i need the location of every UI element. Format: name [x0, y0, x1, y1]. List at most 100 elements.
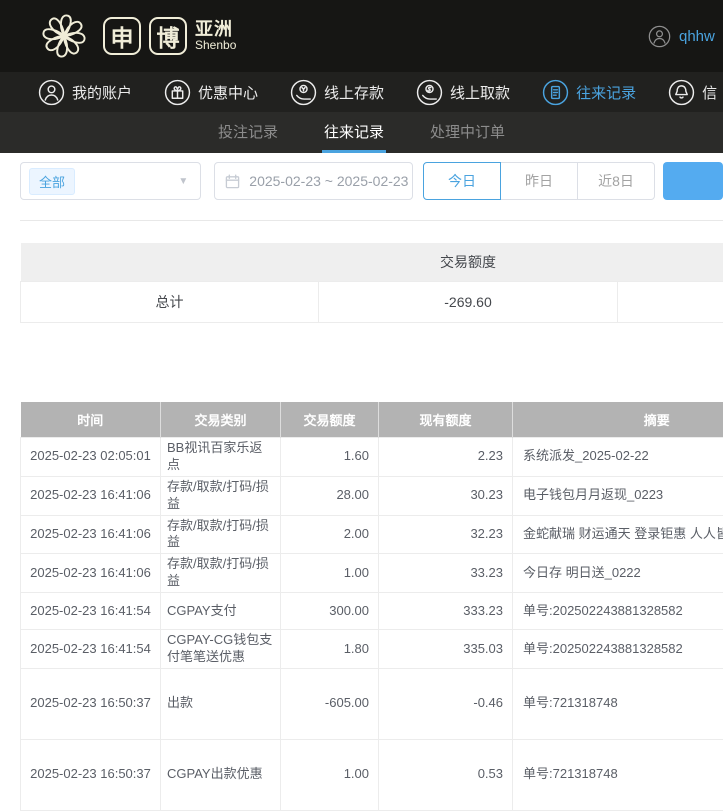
cell-amount: -605.00 [281, 668, 379, 739]
nav-item-online-deposit[interactable]: 线上存款 [290, 79, 384, 106]
cell-amount: 2.00 [281, 515, 379, 554]
nav-item-label: 线上取款 [450, 82, 510, 103]
tab-bet-records[interactable]: 投注记录 [216, 112, 280, 153]
nav-item-label: 优惠中心 [198, 82, 258, 103]
column-header: 现有额度 [379, 402, 513, 438]
cell-amount: 1.00 [281, 554, 379, 593]
app-header: 申 博 亚洲 Shenbo qhhw [0, 0, 723, 72]
cell-balance: 33.23 [379, 554, 513, 593]
records-table: 时间交易类别交易额度现有额度摘要 2025-02-23 02:05:01BB视讯… [20, 402, 723, 811]
table-row: 2025-02-23 16:50:37CGPAY出款优惠1.000.53单号:7… [21, 739, 723, 810]
type-filter-value: 全部 [29, 168, 75, 195]
chevron-down-icon: ▼ [178, 176, 188, 187]
cell-balance: -0.46 [379, 668, 513, 739]
date-range-value: 2025-02-23 ~ 2025-02-23 [249, 173, 408, 189]
cell-balance: 30.23 [379, 476, 513, 515]
nav-item-label: 我的账户 [72, 82, 132, 103]
records-icon [542, 79, 569, 106]
cell-amount: 28.00 [281, 476, 379, 515]
summary-total-label: 总计 [21, 281, 319, 322]
logo-char-shen: 申 [103, 17, 141, 55]
cell-time: 2025-02-23 16:50:37 [21, 739, 161, 810]
nav-item-label: 信 [702, 82, 717, 103]
calendar-icon [225, 174, 240, 189]
withdraw-icon [416, 79, 443, 106]
summary-header-empty2 [618, 243, 723, 281]
record-tabs: 投注记录 往来记录 处理中订单 [0, 112, 723, 153]
cell-balance: 2.23 [379, 438, 513, 477]
quick-button-last-8-days[interactable]: 近8日 [577, 162, 655, 200]
cell-type: CGPAY支付 [161, 593, 281, 630]
cell-amount: 1.60 [281, 438, 379, 477]
cell-note: 电子钱包月月返现_0223 [513, 476, 723, 515]
cell-time: 2025-02-23 02:05:01 [21, 438, 161, 477]
column-header: 交易额度 [281, 402, 379, 438]
cell-amount: 1.00 [281, 739, 379, 810]
tab-transaction-records[interactable]: 往来记录 [322, 112, 386, 153]
cell-type: 存款/取款/打码/损益 [161, 554, 281, 593]
logo-region-text: 亚洲 [195, 20, 236, 40]
nav-item-label: 往来记录 [576, 82, 636, 103]
summary-table: 交易额度 总计 -269.60 [20, 243, 723, 323]
cell-amount: 300.00 [281, 593, 379, 630]
cell-time: 2025-02-23 16:41:54 [21, 593, 161, 630]
cell-balance: 333.23 [379, 593, 513, 630]
cell-time: 2025-02-23 16:41:06 [21, 554, 161, 593]
cell-amount: 1.80 [281, 630, 379, 669]
table-row: 2025-02-23 16:41:54CGPAY-CG钱包支付笔笔送优惠1.80… [21, 630, 723, 669]
summary-header-empty [21, 243, 319, 281]
table-row: 2025-02-23 16:41:06存款/取款/打码/损益2.0032.23金… [21, 515, 723, 554]
type-filter-select[interactable]: 全部 ▼ [20, 162, 201, 200]
summary-empty-cell [618, 281, 723, 322]
nav-item-transaction-records[interactable]: 往来记录 [542, 79, 636, 106]
user-account-button[interactable]: qhhw [648, 0, 715, 72]
cell-type: 存款/取款/打码/损益 [161, 476, 281, 515]
logo-latin-text: Shenbo [195, 39, 236, 52]
cell-type: 存款/取款/打码/损益 [161, 515, 281, 554]
cell-note: 金蛇献瑞 财运通天 登录钜惠 人人皆享 [513, 515, 723, 554]
cell-time: 2025-02-23 16:41:06 [21, 476, 161, 515]
cell-type: CGPAY-CG钱包支付笔笔送优惠 [161, 630, 281, 669]
column-header: 时间 [21, 402, 161, 438]
cell-time: 2025-02-23 16:41:06 [21, 515, 161, 554]
filter-divider [20, 220, 723, 221]
cell-note: 单号:202502243881328582 [513, 630, 723, 669]
cell-balance: 0.53 [379, 739, 513, 810]
main-nav: 我的账户 优惠中心 线上存款 线上取款 往来记录 信 [0, 72, 723, 112]
logo-char-bo: 博 [149, 17, 187, 55]
flower-logo-icon [33, 5, 95, 67]
date-range-input[interactable]: 2025-02-23 ~ 2025-02-23 [214, 162, 413, 200]
cell-balance: 335.03 [379, 630, 513, 669]
bell-icon [668, 79, 695, 106]
search-button[interactable] [663, 162, 723, 200]
username-text: qhhw [679, 28, 715, 45]
deposit-icon [290, 79, 317, 106]
user-icon [38, 79, 65, 106]
gift-icon [164, 79, 191, 106]
table-row: 2025-02-23 16:41:54CGPAY支付300.00333.23单号… [21, 593, 723, 630]
nav-item-online-withdraw[interactable]: 线上取款 [416, 79, 510, 106]
cell-note: 单号:202502243881328582 [513, 593, 723, 630]
nav-item-my-account[interactable]: 我的账户 [38, 79, 132, 106]
nav-item-messages[interactable]: 信 [668, 79, 717, 106]
table-row: 2025-02-23 16:41:06存款/取款/打码/损益1.0033.23今… [21, 554, 723, 593]
cell-time: 2025-02-23 16:50:37 [21, 668, 161, 739]
filter-bar: 全部 ▼ 2025-02-23 ~ 2025-02-23 今日昨日近8日 [20, 162, 723, 200]
quick-button-today[interactable]: 今日 [423, 162, 501, 200]
brand-logo[interactable]: 申 博 亚洲 Shenbo [33, 5, 236, 67]
column-header: 交易类别 [161, 402, 281, 438]
nav-item-promo-center[interactable]: 优惠中心 [164, 79, 258, 106]
cell-type: 出款 [161, 668, 281, 739]
quick-button-yesterday[interactable]: 昨日 [500, 162, 578, 200]
cell-note: 系统派发_2025-02-22 [513, 438, 723, 477]
cell-type: CGPAY出款优惠 [161, 739, 281, 810]
cell-note: 单号:721318748 [513, 739, 723, 810]
cell-note: 今日存 明日送_0222 [513, 554, 723, 593]
nav-item-label: 线上存款 [324, 82, 384, 103]
summary-header-amount: 交易额度 [319, 243, 618, 281]
summary-total-value: -269.60 [319, 281, 618, 322]
user-avatar-icon [648, 25, 671, 48]
tab-pending-orders[interactable]: 处理中订单 [428, 112, 507, 153]
cell-balance: 32.23 [379, 515, 513, 554]
cell-time: 2025-02-23 16:41:54 [21, 630, 161, 669]
